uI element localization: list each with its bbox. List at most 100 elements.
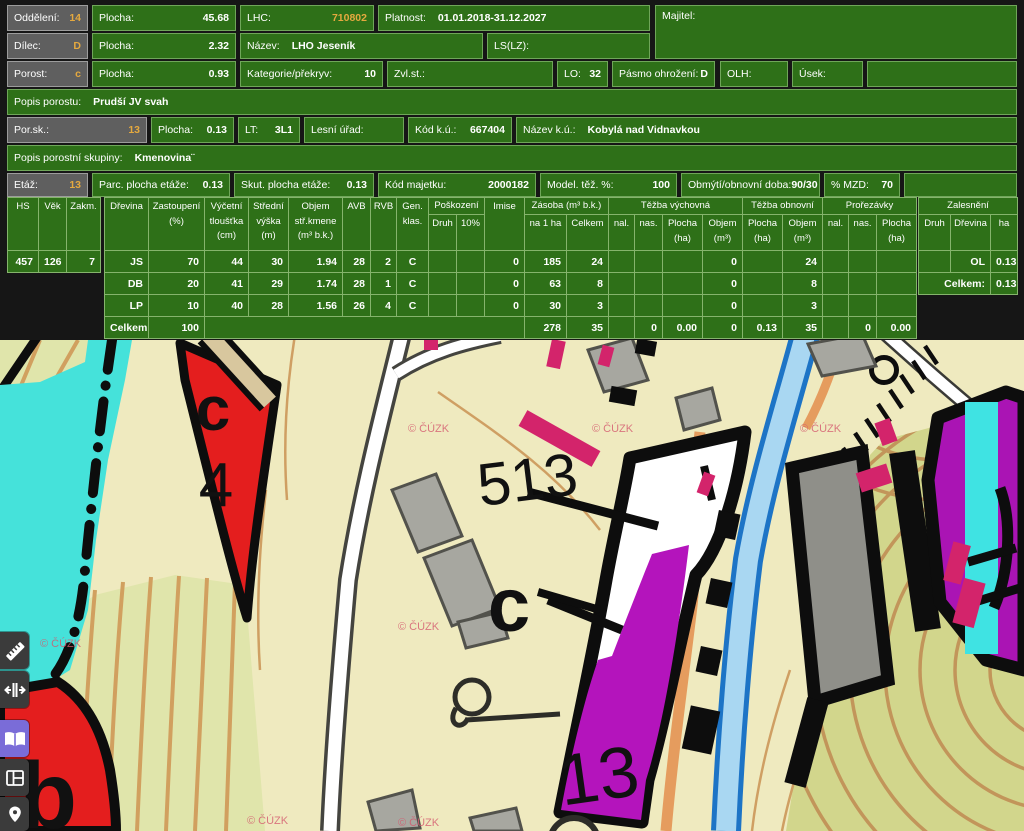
table-cell: 2 (371, 251, 397, 273)
stand-label-4: 4 (199, 451, 233, 520)
table-cell (877, 295, 917, 317)
field-lt: LT:3L1 (238, 117, 300, 143)
table-row-js: JS70 4430 1.9428 2C 0185 24 0 24 (105, 251, 917, 273)
field-parc-plocha: Parc. plocha etáže:0.13 (92, 173, 230, 197)
stand-label-c: c (196, 375, 230, 444)
col-header-objem: Objem stř.kmene (m³ b.k.) (289, 198, 343, 251)
table-cell: C (397, 273, 429, 295)
table-cell: 0 (485, 251, 525, 273)
field-lslz: LS(LZ): (487, 33, 650, 59)
table-cell (609, 295, 635, 317)
col-header-imise: Imise (485, 198, 525, 251)
forest-info-panel: Oddělení:14 Plocha:45.68 LHC:710802 Plat… (0, 0, 1024, 340)
svg-text:© ČÚZK: © ČÚZK (398, 816, 440, 829)
table-cell (823, 317, 849, 339)
table-cell: 0 (703, 295, 743, 317)
table-cell: 8 (783, 273, 823, 295)
group-header-zasoba: Zásoba (m³ b.k.) (525, 198, 609, 215)
zalesneni-table: Zalesnění Druh Dřevina ha OL 0.13 Celkem… (918, 197, 1018, 295)
table-cell: 0 (485, 295, 525, 317)
svg-text:© ČÚZK: © ČÚZK (592, 422, 634, 435)
table-cell (743, 251, 783, 273)
field-oddeleni: Oddělení:14 (7, 5, 88, 31)
field-nazev-ku: Název k.ú.:Kobylá nad Vidnavkou (516, 117, 1017, 143)
table-cell: OL (951, 251, 991, 273)
group-header-tezba-obnovni: Těžba obnovní (743, 198, 823, 215)
table-cell: 0 (703, 251, 743, 273)
table-row-zalesneni: OL 0.13 (919, 251, 1018, 273)
table-cell (457, 251, 485, 273)
field-mzd: % MZD:70 (824, 173, 900, 197)
map-viewport[interactable]: c 4 b (0, 340, 1024, 831)
col-header-drevina: Dřevina (951, 215, 991, 251)
table-cell (849, 251, 877, 273)
col-header-druh: Druh (429, 215, 457, 251)
col-header-10pct: 10% (457, 215, 485, 251)
table-cell: 26 (343, 295, 371, 317)
svg-text:© ČÚZK: © ČÚZK (247, 814, 289, 827)
field-kod-majetku: Kód majetku:2000182 (378, 173, 536, 197)
table-cell (663, 251, 703, 273)
col-header-vycetni: Výčetní tloušťka (cm) (205, 198, 249, 251)
table-cell: 35 (783, 317, 823, 339)
table-cell: 70 (149, 251, 205, 273)
field-plocha-porsk: Plocha:0.13 (151, 117, 234, 143)
field-majitel: Majitel: (655, 5, 1017, 59)
group-header-poskozeni: Poškození (429, 198, 485, 215)
table-cell (663, 295, 703, 317)
col-header-hs: HS (8, 198, 39, 251)
table-cell (823, 295, 849, 317)
group-header-prorezavky: Prořezávky (823, 198, 917, 215)
open-book-icon (2, 728, 28, 750)
layer-swipe-button[interactable] (0, 671, 29, 708)
table-cell (429, 273, 457, 295)
table-cell: 0 (849, 317, 877, 339)
field-usek: Úsek: (792, 61, 863, 87)
col-header-vek: Věk (39, 198, 67, 251)
table-cell: C (397, 251, 429, 273)
table-row-sum: Celkem: 100 278 35 0 0.00 0 0.13 35 0 0.… (105, 317, 917, 339)
field-popis-porostni-skupiny: Popis porostní skupiny:Kmenovina¨ (7, 145, 1017, 171)
table-cell: 457 (8, 251, 39, 273)
field-porsk: Por.sk.:13 (7, 117, 147, 143)
field-lhc: LHC:710802 (240, 5, 374, 31)
layer-swipe-icon (3, 678, 27, 702)
col-header-gen: Gen. klas. (397, 198, 429, 251)
locate-button[interactable] (0, 797, 29, 831)
table-cell: JS (105, 251, 149, 273)
map-canvas[interactable]: c 4 b (0, 340, 1024, 831)
group-header-tezba-vychovna: Těžba výchovná (609, 198, 743, 215)
field-popis-porostu: Popis porostu:Prudší JV svah (7, 89, 1017, 115)
table-cell: 0 (703, 273, 743, 295)
legend-book-button[interactable] (0, 720, 29, 757)
table-cell: 100 (149, 317, 205, 339)
layout-panels-button[interactable] (0, 759, 29, 796)
table-cell: 29 (249, 273, 289, 295)
svg-text:© ČÚZK: © ČÚZK (800, 422, 842, 435)
col-header-celkem: Celkem (567, 215, 609, 251)
table-cell: 7 (67, 251, 101, 273)
table-cell (877, 251, 917, 273)
table-cell (663, 273, 703, 295)
parcel-label-513: 513 (474, 440, 582, 519)
table-cell (609, 317, 635, 339)
table-cell: 1.94 (289, 251, 343, 273)
table-cell (823, 251, 849, 273)
field-olh: OLH: (720, 61, 788, 87)
table-cell: LP (105, 295, 149, 317)
table-row-hs: 457 126 7 (8, 251, 101, 273)
table-cell: 0.13 (743, 317, 783, 339)
table-cell (743, 295, 783, 317)
field-pasmo-ohrozeni: Pásmo ohrožení:D (612, 61, 715, 87)
field-nazev: Název:LHO Jeseník (240, 33, 483, 59)
col-header-na1ha: na 1 ha (525, 215, 567, 251)
col-header-rvb: RVB (371, 198, 397, 251)
parcel-label-13: 13 (553, 731, 643, 821)
layout-panels-icon (4, 767, 26, 789)
measure-tool-button[interactable] (0, 632, 29, 669)
table-cell (849, 295, 877, 317)
table-cell: 126 (39, 251, 67, 273)
table-cell: 28 (343, 273, 371, 295)
table-cell (849, 273, 877, 295)
col-header-nal: nal. (823, 215, 849, 251)
